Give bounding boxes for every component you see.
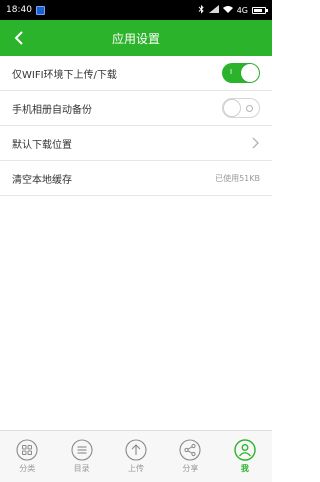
toggle-off-mark — [246, 105, 253, 112]
tab-share[interactable]: 分享 — [163, 431, 217, 482]
bluetooth-icon — [198, 4, 205, 16]
page-title: 应用设置 — [111, 31, 160, 46]
setting-wifi-only: 仅WIFI环境下上传/下载 I — [0, 56, 272, 91]
back-button[interactable] — [8, 27, 30, 49]
tab-category[interactable]: 分类 — [0, 431, 54, 482]
toggle-knob — [223, 99, 241, 117]
tab-me[interactable]: 我 — [218, 431, 272, 482]
setting-label: 手机相册自动备份 — [12, 104, 92, 116]
wifi-only-toggle[interactable]: I — [222, 63, 260, 83]
album-backup-toggle[interactable] — [222, 98, 260, 118]
person-icon — [234, 439, 256, 461]
status-icons: 4G — [198, 4, 268, 16]
app-header: 应用设置 — [0, 20, 272, 56]
cache-size: 已使用51KB — [215, 173, 260, 183]
setting-label: 仅WIFI环境下上传/下载 — [12, 69, 117, 81]
tab-label: 分类 — [19, 464, 36, 473]
battery-icon — [252, 6, 268, 14]
list-icon — [71, 439, 93, 461]
setting-label: 默认下载位置 — [12, 139, 72, 151]
toggle-knob — [241, 64, 259, 82]
signal-icon — [208, 5, 219, 15]
settings-list: 仅WIFI环境下上传/下载 I 手机相册自动备份 默认下载位置 清空本地缓存 已… — [0, 56, 272, 196]
upload-icon — [125, 439, 147, 461]
wifi-icon — [222, 5, 233, 15]
sim-card-icon — [35, 5, 45, 15]
setting-album-backup: 手机相册自动备份 — [0, 91, 272, 126]
network-type: 4G — [236, 5, 248, 15]
back-arrow-icon — [14, 31, 23, 45]
share-icon — [179, 439, 201, 461]
tab-label: 分享 — [182, 464, 199, 473]
toggle-on-mark: I — [230, 68, 233, 76]
tab-label: 我 — [240, 464, 249, 473]
tab-directory[interactable]: 目录 — [54, 431, 108, 482]
tab-label: 上传 — [128, 464, 145, 473]
setting-label: 清空本地缓存 — [12, 174, 72, 186]
chevron-right-icon — [250, 137, 260, 149]
bottom-tab-bar: 分类 目录 上传 分享 我 — [0, 430, 272, 482]
tab-label: 目录 — [73, 464, 90, 473]
setting-clear-cache[interactable]: 清空本地缓存 已使用51KB — [0, 161, 272, 196]
status-bar: 18:40 4G — [0, 0, 272, 20]
setting-download-location[interactable]: 默认下载位置 — [0, 126, 272, 161]
grid-icon — [16, 439, 38, 461]
tab-upload[interactable]: 上传 — [109, 431, 163, 482]
status-time: 18:40 — [6, 5, 32, 15]
